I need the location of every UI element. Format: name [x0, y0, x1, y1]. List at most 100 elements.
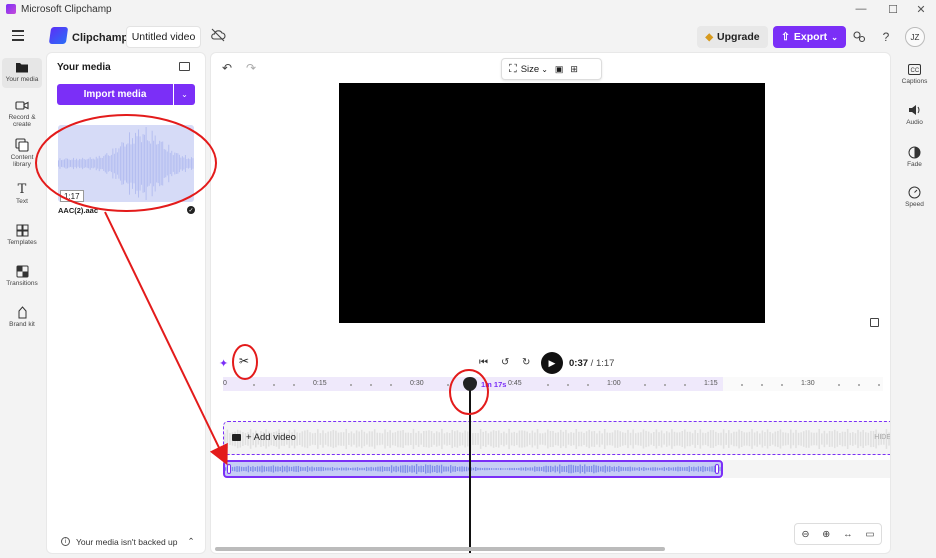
text-icon: T: [17, 181, 27, 197]
hide-track-button[interactable]: HIDE: [874, 434, 890, 441]
current-time: 0:37: [569, 358, 589, 369]
templates-icon: [15, 223, 29, 237]
panel-fade[interactable]: Fade: [893, 145, 936, 168]
panel-label: Audio: [906, 119, 923, 126]
close-window-button[interactable]: ✕: [906, 0, 936, 18]
skip-back-icon[interactable]: ⏮: [479, 357, 488, 368]
help-icon[interactable]: ?: [877, 28, 895, 46]
maximize-button[interactable]: ☐: [878, 0, 908, 18]
add-video-button[interactable]: + Add video: [232, 432, 296, 443]
nav-label: Text: [16, 198, 28, 205]
playback-time: 0:37 / 1:17: [569, 358, 614, 369]
play-icon: ▶: [548, 357, 556, 368]
trim-handle-right[interactable]: [715, 464, 719, 474]
nav-label: Brand kit: [9, 321, 35, 328]
library-icon: [15, 138, 29, 152]
redo-icon[interactable]: ↷: [246, 61, 256, 75]
zoom-out-icon[interactable]: ⊖: [801, 529, 809, 540]
audio-waveform: [225, 464, 721, 474]
import-media-button[interactable]: Import media: [57, 84, 173, 105]
size-dropdown[interactable]: Size: [521, 64, 539, 75]
video-preview[interactable]: [339, 83, 765, 323]
video-track-dropzone[interactable]: + Add video HIDE: [223, 421, 890, 455]
expand-timeline-icon[interactable]: ▭: [866, 529, 875, 540]
diamond-icon: ◆: [705, 31, 714, 43]
background-remove-icon[interactable]: ▣: [555, 64, 564, 75]
playhead-line: [469, 383, 471, 553]
export-button[interactable]: ⇧ Export ⌄: [773, 26, 846, 48]
clipchamp-logo: [48, 27, 69, 44]
panel-label: Speed: [905, 201, 924, 208]
audio-clip[interactable]: [223, 460, 723, 478]
app-icon: [6, 4, 16, 14]
left-nav: Your media Record & create Content libra…: [0, 56, 44, 558]
total-time: 1:17: [595, 358, 615, 369]
panel-speed[interactable]: Speed: [893, 185, 936, 208]
rewind-5-icon[interactable]: ↺: [501, 357, 509, 368]
nav-text[interactable]: T Text: [0, 181, 44, 206]
nav-transitions[interactable]: Transitions: [0, 264, 44, 287]
timeline-ruler[interactable]: 0 0:15 0:30 0:45 1:00 1:15 1:30: [223, 377, 883, 391]
speaker-icon: [908, 103, 922, 117]
upgrade-label: Upgrade: [717, 31, 760, 43]
project-title-input[interactable]: Untitled video: [126, 26, 201, 48]
add-video-label: + Add video: [246, 432, 296, 443]
ruler-tick: 1:30: [801, 380, 815, 387]
panel-captions[interactable]: CC Captions: [893, 62, 936, 85]
folder-icon: [15, 60, 29, 74]
media-panel-title: Your media: [57, 62, 111, 73]
nav-your-media[interactable]: Your media: [0, 60, 44, 83]
scissors-icon[interactable]: ✂: [239, 354, 249, 368]
window-title: Microsoft Clipchamp: [21, 3, 112, 15]
editor-area: ↶ ↷ ⛶ Size ⌄ ▣ ⊞ ✦ ✂ ⏮ ↺ ↻ ▶ 0:37 / 1:17…: [210, 52, 891, 554]
share-icon[interactable]: [850, 28, 868, 46]
zoom-in-icon[interactable]: ⊕: [822, 529, 830, 540]
play-button[interactable]: ▶: [541, 352, 563, 374]
upload-icon: ⇧: [781, 31, 790, 43]
trim-handle-left[interactable]: [227, 464, 231, 474]
nav-record-create[interactable]: Record & create: [0, 98, 44, 128]
fullscreen-icon[interactable]: [870, 318, 879, 327]
ruler-tick: 0:15: [313, 380, 327, 387]
window-titlebar: Microsoft Clipchamp: [0, 0, 936, 18]
sparkle-icon[interactable]: ✦: [219, 357, 228, 370]
clip-end-label: 1m 17s: [481, 380, 507, 389]
crop-icon[interactable]: ⛶: [509, 63, 517, 76]
zoom-controls: ⊖ ⊕ ↔ ▭: [794, 523, 882, 545]
nav-label: Content library: [10, 154, 34, 168]
brand-name: Clipchamp: [72, 32, 129, 44]
menu-icon[interactable]: [12, 30, 24, 44]
collapse-panel-icon[interactable]: [179, 62, 190, 71]
ruler-tick: 0:45: [508, 380, 522, 387]
undo-icon[interactable]: ↶: [222, 61, 232, 75]
add-media-icon[interactable]: ⊞: [570, 64, 578, 75]
nav-label: Transitions: [6, 280, 38, 287]
preview-toolbar: ⛶ Size ⌄ ▣ ⊞: [501, 58, 602, 80]
backup-text: Your media isn't backed up: [76, 536, 178, 547]
nav-label: Record & create: [8, 114, 36, 128]
nav-templates[interactable]: Templates: [0, 223, 44, 246]
time-separator: /: [590, 358, 594, 369]
backup-notice[interactable]: i Your media isn't backed up ⌃: [61, 536, 195, 547]
background-waveform: [224, 428, 890, 450]
minimize-button[interactable]: —: [846, 0, 876, 18]
avatar[interactable]: JZ: [905, 27, 925, 47]
ruler-tick: 1:15: [704, 380, 718, 387]
nav-label: Your media: [5, 76, 39, 83]
chevron-down-icon: ⌄: [181, 90, 188, 99]
panel-label: Captions: [901, 78, 928, 85]
fit-timeline-icon[interactable]: ↔: [843, 529, 853, 540]
export-label: Export: [793, 31, 828, 43]
cloud-off-icon[interactable]: [210, 28, 226, 45]
media-duration: 1:17: [60, 190, 84, 202]
nav-content-library[interactable]: Content library: [0, 138, 44, 168]
right-panel: CC Captions Audio Fade Speed: [893, 56, 936, 558]
upgrade-button[interactable]: ◆ Upgrade: [697, 26, 768, 48]
forward-5-icon[interactable]: ↻: [522, 357, 530, 368]
nav-brand-kit[interactable]: Brand kit: [0, 305, 44, 328]
media-panel: Your media Import media ⌄ 1:17 AAC(2).aa…: [46, 52, 206, 554]
panel-label: Fade: [907, 161, 922, 168]
panel-audio[interactable]: Audio: [893, 103, 936, 126]
import-dropdown-button[interactable]: ⌄: [174, 84, 195, 105]
timeline-scrollbar[interactable]: [215, 547, 665, 551]
